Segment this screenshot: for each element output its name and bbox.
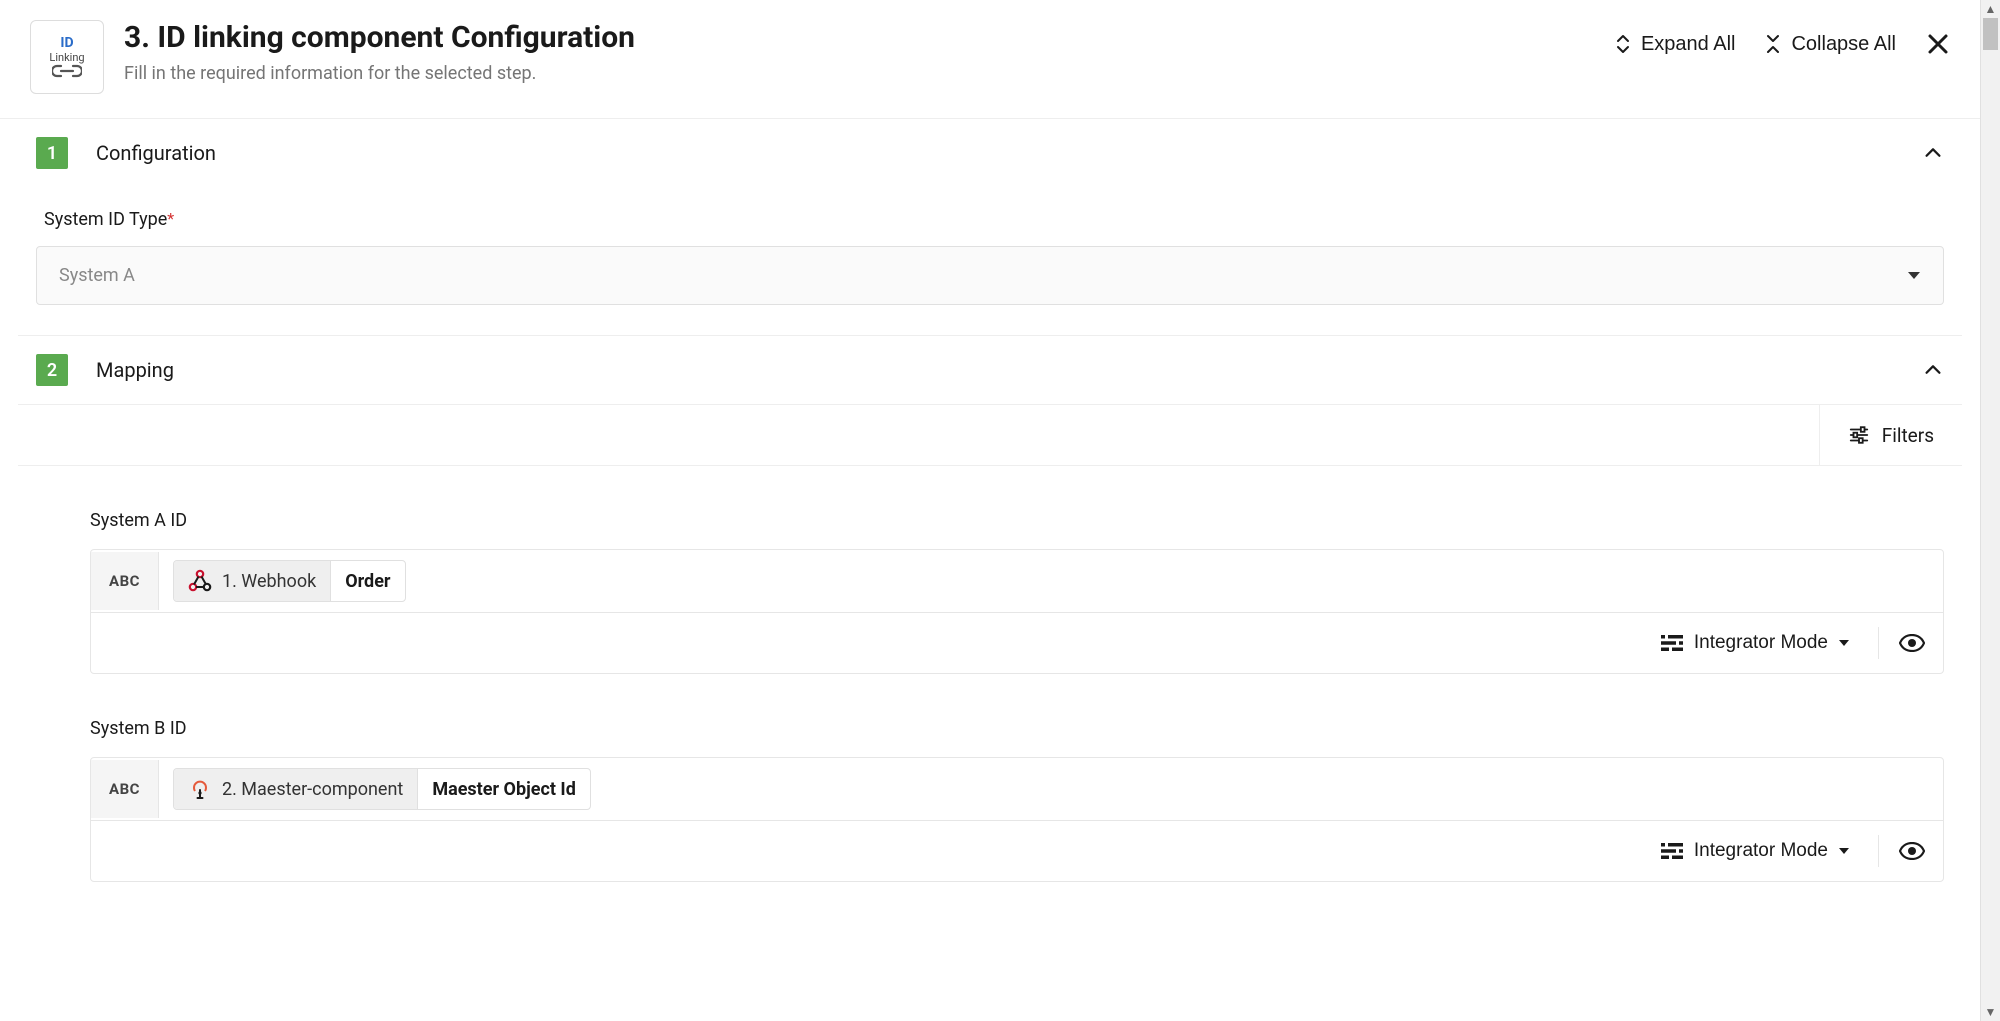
mapping-source-row: ABC 2. Maester-compon xyxy=(91,758,1943,821)
section-mapping: 2 Mapping Filters xyxy=(18,336,1962,882)
required-indicator: * xyxy=(167,209,174,228)
page-title: 3. ID linking component Configuration xyxy=(124,20,635,55)
chip-value-label: Order xyxy=(331,563,404,600)
integrator-mode-select[interactable]: Integrator Mode xyxy=(1694,632,1850,654)
caret-down-icon xyxy=(1838,847,1850,855)
system-id-type-select[interactable]: System A xyxy=(36,246,1944,305)
system-a-id-label: System A ID xyxy=(90,510,1944,531)
link-icon xyxy=(52,64,82,78)
filters-label: Filters xyxy=(1882,424,1934,447)
section-configuration: 1 Configuration System ID Type* System A xyxy=(18,119,1962,336)
eye-icon xyxy=(1899,842,1925,860)
integrator-mode-select[interactable]: Integrator Mode xyxy=(1694,840,1850,862)
type-indicator-abc: ABC xyxy=(91,552,159,610)
section-mapping-title: Mapping xyxy=(96,358,174,382)
eye-icon xyxy=(1899,634,1925,652)
collapse-all-label: Collapse All xyxy=(1791,33,1896,56)
system-a-id-box: ABC xyxy=(90,549,1944,674)
mapping-footer-row: Integrator Mode xyxy=(91,821,1943,881)
integrator-mode-label: Integrator Mode xyxy=(1694,840,1828,862)
system-id-type-value: System A xyxy=(59,265,1907,286)
scrollbar-arrow-up-icon[interactable]: ▲ xyxy=(1981,2,2000,16)
close-button[interactable] xyxy=(1926,32,1950,56)
type-indicator-abc: ABC xyxy=(91,760,159,818)
caret-down-icon xyxy=(1838,639,1850,647)
chevron-up-icon xyxy=(1922,359,1944,381)
filters-button[interactable]: Filters xyxy=(1819,405,1962,465)
sliders-icon xyxy=(1848,424,1870,446)
section-number-badge: 1 xyxy=(36,137,68,169)
mapping-footer-row: Integrator Mode xyxy=(91,613,1943,673)
maester-icon xyxy=(188,777,212,801)
component-icon: ID Linking xyxy=(30,20,104,94)
system-id-type-label: System ID Type* xyxy=(44,209,1944,230)
caret-down-icon xyxy=(1907,271,1921,281)
section-mapping-header[interactable]: 2 Mapping xyxy=(18,336,1962,404)
chip-value-label: Maester Object Id xyxy=(418,771,590,808)
collapse-all-button[interactable]: Collapse All xyxy=(1765,33,1896,56)
section-configuration-title: Configuration xyxy=(96,141,216,165)
page-header: ID Linking 3. ID linking component Confi… xyxy=(0,0,1980,119)
page-subtitle: Fill in the required information for the… xyxy=(124,63,635,84)
icon-line2: Linking xyxy=(49,52,84,64)
vertical-scrollbar[interactable]: ▲ ▼ xyxy=(1980,0,2000,1021)
integrator-mode-label: Integrator Mode xyxy=(1694,632,1828,654)
scrollbar-thumb[interactable] xyxy=(1983,18,1998,50)
chip-source-label: 2. Maester-component xyxy=(222,779,403,800)
integrator-mode-icon xyxy=(1660,841,1684,861)
section-configuration-header[interactable]: 1 Configuration xyxy=(18,119,1962,187)
preview-button[interactable] xyxy=(1878,835,1925,867)
integrator-mode-icon xyxy=(1660,633,1684,653)
expand-all-button[interactable]: Expand All xyxy=(1615,33,1736,56)
mapping-source-row: ABC xyxy=(91,550,1943,613)
filters-bar: Filters xyxy=(18,404,1962,466)
system-b-id-box: ABC 2. Maester-compon xyxy=(90,757,1944,882)
collapse-icon xyxy=(1765,33,1781,55)
system-b-id-label: System B ID xyxy=(90,718,1944,739)
chip-source-label: 1. Webhook xyxy=(222,571,316,592)
mapping-chip[interactable]: 2. Maester-component Maester Object Id xyxy=(173,768,591,810)
preview-button[interactable] xyxy=(1878,627,1925,659)
close-icon xyxy=(1926,32,1950,56)
chevron-up-icon xyxy=(1922,142,1944,164)
expand-icon xyxy=(1615,33,1631,55)
section-number-badge: 2 xyxy=(36,354,68,386)
mapping-chip[interactable]: 1. Webhook Order xyxy=(173,560,406,602)
scrollbar-arrow-down-icon[interactable]: ▼ xyxy=(1981,1005,2000,1019)
webhook-icon xyxy=(188,569,212,593)
icon-line1: ID xyxy=(60,36,73,51)
expand-all-label: Expand All xyxy=(1641,33,1736,56)
